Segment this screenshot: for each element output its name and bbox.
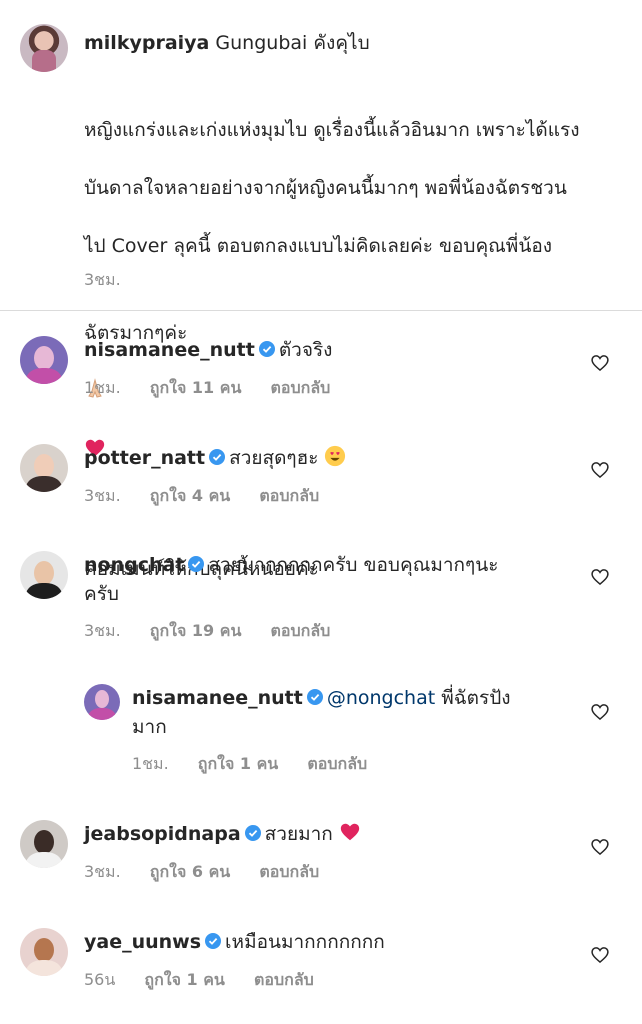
- likes-count[interactable]: ถูกใจ 4 คน: [150, 486, 230, 505]
- comment-meta: 3ชม. ถูกใจ 6 คน ตอบกลับ: [84, 860, 343, 885]
- heart-outline-icon[interactable]: [590, 353, 610, 373]
- likes-count[interactable]: ถูกใจ 1 คน: [144, 970, 224, 989]
- comment-time: 3ชม.: [84, 862, 121, 881]
- comment-username[interactable]: jeabsopidnapa: [84, 823, 241, 845]
- mention-link[interactable]: @nongchat: [327, 687, 435, 709]
- reply-button[interactable]: ตอบกลับ: [254, 970, 314, 989]
- comment-text: สวยมากกกกกครับ ขอบคุณมากๆนะ: [208, 554, 499, 576]
- avatar[interactable]: [20, 820, 68, 868]
- likes-count[interactable]: ถูกใจ 6 คน: [150, 862, 230, 881]
- caption-line: บันดาลใจหลายอย่างจากผู้หญิงคนนี้มากๆ พอพ…: [84, 177, 567, 199]
- comment-text-continued: มาก: [132, 716, 167, 738]
- comment-time: 56น: [84, 970, 116, 989]
- comment-username[interactable]: nisamanee_nutt: [84, 339, 255, 361]
- comments-screen: milkypraiya Gungubai คังคุไบ หญิงแกร่งแล…: [0, 0, 642, 1024]
- comment-text-line: nisamanee_nutt @nongchat พี่ฉัตรปัง: [132, 684, 511, 713]
- comment-username[interactable]: yae_uunws: [84, 931, 201, 953]
- likes-count[interactable]: ถูกใจ 1 คน: [198, 754, 278, 773]
- heart-eyes-emoji-icon: [324, 445, 346, 476]
- reply-button[interactable]: ตอบกลับ: [270, 621, 330, 640]
- comment-username[interactable]: nisamanee_nutt: [132, 687, 303, 709]
- comment-text-line: yae_uunws เหมือนมากกกกกกก: [84, 928, 385, 957]
- caption-line: ไป Cover ลุคนี้ ตอบตกลงแบบไม่คิดเลยค่ะ ข…: [84, 235, 553, 257]
- heart-outline-icon[interactable]: [590, 945, 610, 965]
- red-heart-emoji-icon: [339, 821, 361, 852]
- comment-username[interactable]: potter_natt: [84, 447, 205, 469]
- caption-title: Gungubai คังคุไบ: [215, 32, 370, 54]
- comment-meta: 3ชม. ถูกใจ 4 คน ตอบกลับ: [84, 484, 343, 509]
- comment-text: สวยสุดๆฮะ: [229, 447, 319, 469]
- comment-time: 1ชม.: [84, 378, 121, 397]
- comment-meta: 1ชม. ถูกใจ 1 คน ตอบกลับ: [132, 752, 391, 777]
- comment-meta: 3ชม. ถูกใจ 19 คน ตอบกลับ: [84, 619, 354, 644]
- caption-header: milkypraiya Gungubai คังคุไบ: [84, 30, 370, 56]
- comment-text-line: jeabsopidnapa สวยมาก: [84, 820, 361, 852]
- comment-meta: 1ชม. ถูกใจ 11 คน ตอบกลับ: [84, 376, 354, 401]
- comment-meta: 56น ถูกใจ 1 คน ตอบกลับ: [84, 968, 338, 993]
- comment-text-line: nongchat สวยมากกกกกครับ ขอบคุณมากๆนะ: [84, 551, 498, 580]
- verified-badge-icon: [258, 341, 275, 357]
- comment-text-line: potter_natt สวยสุดๆฮะ: [84, 444, 346, 476]
- avatar[interactable]: [20, 444, 68, 492]
- comment-text: เหมือนมากกกกกกก: [225, 931, 385, 953]
- avatar[interactable]: [84, 684, 120, 720]
- avatar[interactable]: [20, 336, 68, 384]
- verified-badge-icon: [306, 689, 323, 705]
- comment-text-continued: ครับ: [84, 583, 119, 605]
- verified-badge-icon: [244, 825, 261, 841]
- verified-badge-icon: [188, 556, 205, 572]
- comment-text: พี่ฉัตรปัง: [441, 687, 511, 709]
- caption-line: หญิงแกร่งและเก่งแห่งมุมไบ ดูเรื่องนี้แล้…: [84, 119, 580, 141]
- avatar[interactable]: [20, 928, 68, 976]
- avatar[interactable]: [20, 551, 68, 599]
- comment-time: 3ชม.: [84, 621, 121, 640]
- comment-username[interactable]: nongchat: [84, 554, 184, 576]
- reply-button[interactable]: ตอบกลับ: [307, 754, 367, 773]
- likes-count[interactable]: ถูกใจ 11 คน: [150, 378, 242, 397]
- likes-count[interactable]: ถูกใจ 19 คน: [150, 621, 242, 640]
- comment-time: 3ชม.: [84, 486, 121, 505]
- divider: [0, 310, 642, 311]
- heart-outline-icon[interactable]: [590, 567, 610, 587]
- heart-outline-icon[interactable]: [590, 702, 610, 722]
- caption-username[interactable]: milkypraiya: [84, 32, 209, 54]
- comment-text: ตัวจริง: [278, 339, 333, 361]
- reply-button[interactable]: ตอบกลับ: [259, 486, 319, 505]
- verified-badge-icon: [205, 933, 222, 949]
- reply-button[interactable]: ตอบกลับ: [270, 378, 330, 397]
- caption-time: 3ชม.: [84, 270, 121, 289]
- reply-button[interactable]: ตอบกลับ: [259, 862, 319, 881]
- post-caption: milkypraiya Gungubai คังคุไบ หญิงแกร่งแล…: [0, 0, 642, 580]
- comment-text: สวยมาก: [264, 823, 333, 845]
- verified-badge-icon: [209, 449, 226, 465]
- avatar[interactable]: [20, 24, 68, 72]
- heart-outline-icon[interactable]: [590, 837, 610, 857]
- heart-outline-icon[interactable]: [590, 460, 610, 480]
- comment-text-line: nisamanee_nutt ตัวจริง: [84, 336, 332, 365]
- comment-time: 1ชม.: [132, 754, 169, 773]
